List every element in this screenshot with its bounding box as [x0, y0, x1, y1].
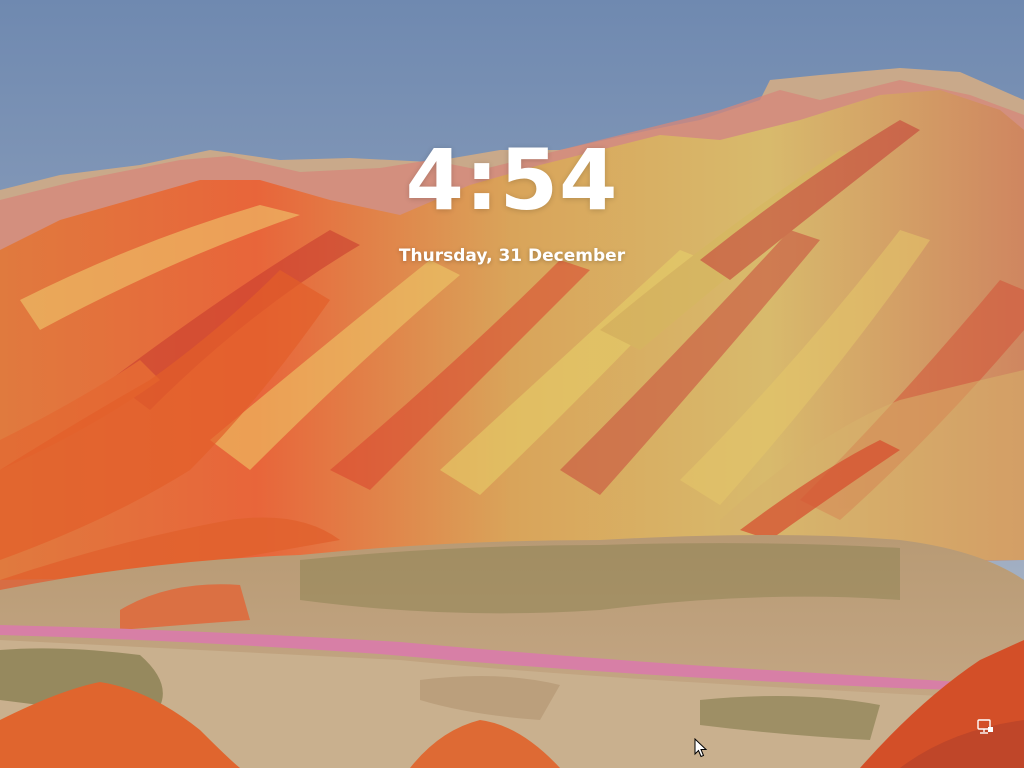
network-status-button[interactable] [972, 714, 998, 740]
lock-screen-clock: 4:54 [405, 131, 619, 229]
lock-screen[interactable]: 4:54 Thursday, 31 December [0, 0, 1024, 768]
lock-screen-date: Thursday, 31 December [398, 246, 626, 266]
wallpaper-image [0, 0, 1024, 768]
mouse-pointer-icon [694, 738, 708, 758]
network-wired-icon [977, 719, 993, 734]
